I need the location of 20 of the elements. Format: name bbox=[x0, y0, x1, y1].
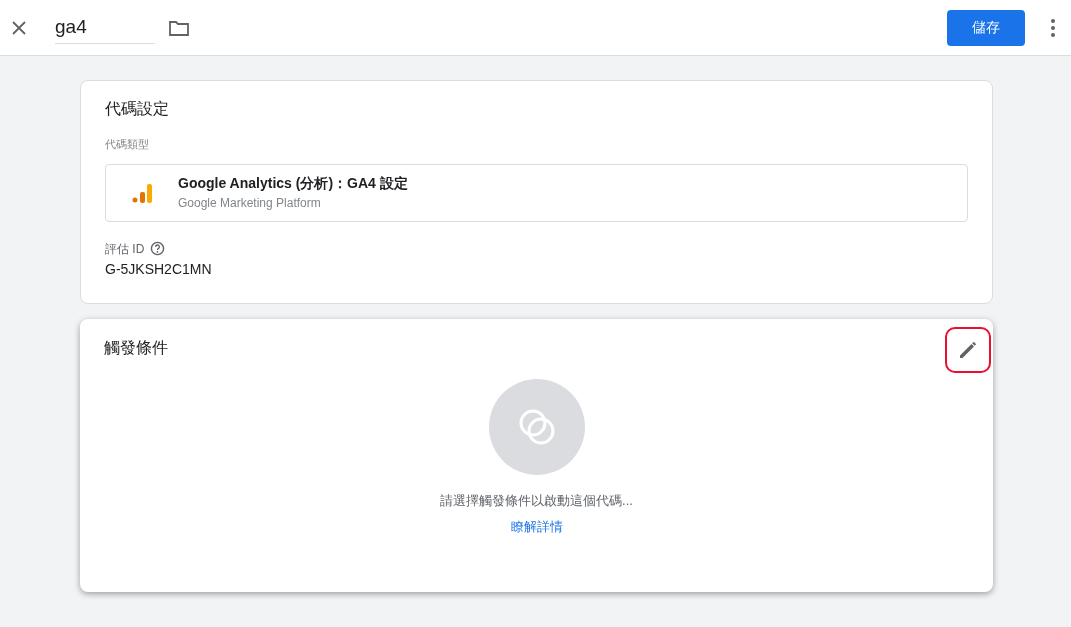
close-button[interactable] bbox=[10, 18, 28, 37]
pencil-icon bbox=[958, 340, 978, 360]
learn-more-link[interactable]: 瞭解詳情 bbox=[510, 516, 563, 536]
name-input-field[interactable]: ga4 bbox=[55, 11, 155, 44]
field-label: 代碼類型 bbox=[105, 137, 150, 152]
tag-type-name: Google Analytics (分析)：GA4 設定 bbox=[178, 174, 408, 193]
field-label: 評估 ID bbox=[105, 240, 145, 258]
edit-button[interactable] bbox=[945, 327, 991, 373]
tag-type-provider: Google Marketing Platform bbox=[178, 195, 322, 212]
tag-type-card[interactable]: Google Analytics (分析)：GA4 設定 Google Marketing Platform bbox=[105, 163, 968, 222]
card-title: 代碼設定 bbox=[105, 99, 170, 119]
save-button[interactable]: 儲存 bbox=[947, 9, 1025, 46]
card-title: 觸發條件 bbox=[104, 338, 168, 358]
empty-state-message: 請選擇觸發條件以啟動這個代碼... bbox=[440, 492, 633, 510]
help-icon[interactable] bbox=[150, 241, 166, 256]
close-icon bbox=[11, 19, 27, 36]
more-options-icon bbox=[1051, 18, 1055, 37]
measurement-id-value: G-5JKSH2C1MN bbox=[105, 259, 213, 279]
analytics-bars-icon bbox=[132, 182, 152, 203]
folder-icon bbox=[169, 19, 189, 36]
